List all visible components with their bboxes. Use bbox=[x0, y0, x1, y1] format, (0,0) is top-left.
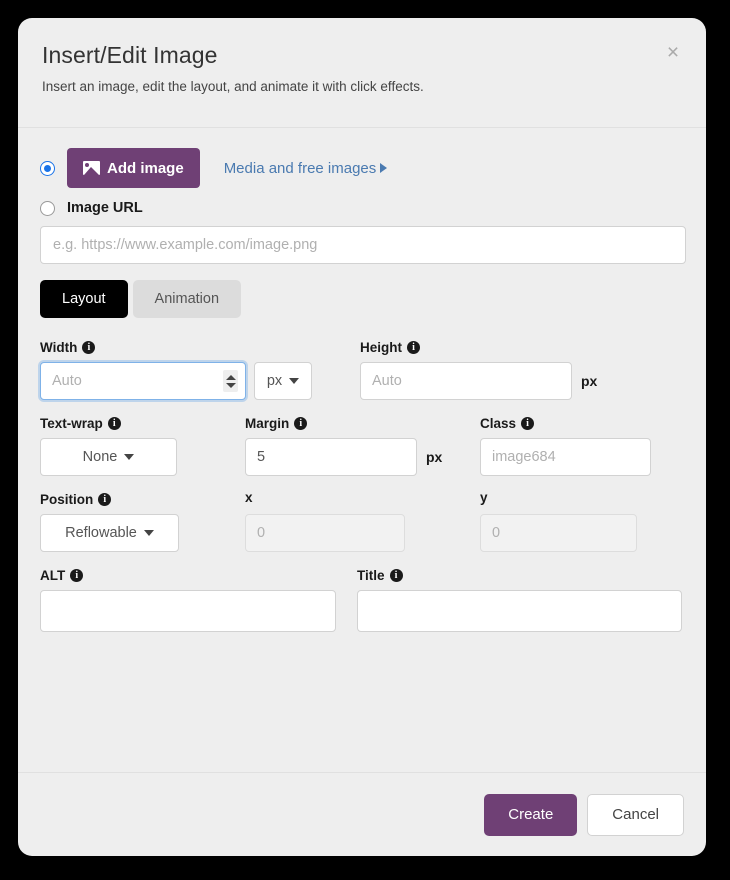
dialog-subtitle: Insert an image, edit the layout, and an… bbox=[42, 79, 424, 94]
text-wrap-dropdown[interactable]: None bbox=[40, 438, 177, 476]
layout-animation-tabs: Layout Animation bbox=[40, 280, 684, 318]
stepper-up-icon bbox=[225, 374, 236, 380]
dialog-body: Add image Media and free images Image UR… bbox=[18, 128, 706, 632]
title-label-text: Title bbox=[357, 567, 385, 583]
width-label-text: Width bbox=[40, 339, 78, 355]
position-label: Position i bbox=[40, 490, 245, 508]
radio-add-image[interactable] bbox=[40, 160, 55, 176]
x-input[interactable] bbox=[245, 514, 405, 552]
chevron-down-icon bbox=[289, 378, 300, 384]
y-input[interactable] bbox=[480, 514, 637, 552]
info-icon-alt[interactable]: i bbox=[70, 568, 84, 582]
insert-edit-image-dialog: Insert/Edit Image Insert an image, edit … bbox=[18, 18, 706, 856]
create-button[interactable]: Create bbox=[484, 793, 578, 836]
source-image-url-row: Image URL bbox=[40, 200, 684, 216]
media-and-free-images-link[interactable]: Media and free images bbox=[224, 160, 388, 177]
position-value: Reflowable bbox=[65, 525, 137, 541]
width-unit-value: px bbox=[266, 373, 283, 389]
position-dropdown[interactable]: Reflowable bbox=[40, 514, 179, 552]
chevron-down-icon bbox=[143, 530, 154, 536]
title-label: Title i bbox=[357, 566, 684, 584]
image-url-input[interactable] bbox=[40, 226, 686, 264]
margin-label-text: Margin bbox=[245, 415, 290, 431]
info-icon-width[interactable]: i bbox=[82, 340, 96, 354]
cancel-button[interactable]: Cancel bbox=[587, 793, 684, 836]
text-wrap-label: Text-wrap i bbox=[40, 414, 245, 432]
dialog-header: Insert/Edit Image Insert an image, edit … bbox=[18, 18, 706, 128]
height-input[interactable] bbox=[360, 362, 572, 400]
add-image-button[interactable]: Add image bbox=[67, 148, 200, 188]
width-stepper[interactable] bbox=[223, 370, 238, 392]
textwrap-margin-class-row: Text-wrap i None Margin i px bbox=[40, 414, 684, 476]
info-icon-margin[interactable]: i bbox=[294, 416, 308, 430]
height-label: Height i bbox=[360, 338, 660, 356]
class-label-text: Class bbox=[480, 415, 517, 431]
position-label-text: Position bbox=[40, 491, 94, 507]
margin-input[interactable] bbox=[245, 438, 417, 476]
height-unit-label: px bbox=[581, 373, 598, 389]
alt-input[interactable] bbox=[40, 590, 336, 632]
width-unit-dropdown[interactable]: px bbox=[254, 362, 312, 400]
text-wrap-label-text: Text-wrap bbox=[40, 415, 103, 431]
picture-icon bbox=[83, 161, 100, 175]
stepper-down-icon bbox=[225, 382, 236, 388]
position-x-y-row: Position i Reflowable x y bbox=[40, 490, 684, 552]
tab-layout[interactable]: Layout bbox=[40, 280, 128, 318]
title-input[interactable] bbox=[357, 590, 683, 632]
page-title: Insert/Edit Image bbox=[42, 42, 218, 68]
alt-title-row: ALT i Title i bbox=[40, 566, 684, 632]
info-icon-class[interactable]: i bbox=[521, 416, 535, 430]
dialog-footer: Create Cancel bbox=[18, 772, 706, 856]
height-label-text: Height bbox=[360, 339, 402, 355]
info-icon-position[interactable]: i bbox=[98, 492, 112, 506]
margin-label: Margin i bbox=[245, 414, 480, 432]
margin-unit-label: px bbox=[426, 449, 443, 465]
close-icon[interactable]: × bbox=[660, 40, 686, 66]
class-label: Class i bbox=[480, 414, 680, 432]
info-icon-text-wrap[interactable]: i bbox=[107, 416, 121, 430]
image-url-label: Image URL bbox=[67, 200, 143, 216]
info-icon-title[interactable]: i bbox=[389, 568, 403, 582]
width-input[interactable] bbox=[40, 362, 246, 400]
x-label: x bbox=[245, 490, 253, 505]
tab-animation[interactable]: Animation bbox=[132, 280, 242, 318]
radio-image-url[interactable] bbox=[40, 200, 55, 216]
width-height-row: Width i px bbox=[40, 338, 684, 400]
source-add-image-row: Add image Media and free images bbox=[40, 148, 684, 188]
width-label: Width i bbox=[40, 338, 360, 356]
y-label: y bbox=[480, 490, 488, 505]
alt-label: ALT i bbox=[40, 566, 357, 584]
class-input[interactable] bbox=[480, 438, 651, 476]
add-image-button-label: Add image bbox=[107, 159, 184, 177]
alt-label-text: ALT bbox=[40, 567, 66, 583]
info-icon-height[interactable]: i bbox=[407, 340, 420, 354]
media-link-label: Media and free images bbox=[223, 159, 377, 177]
chevron-down-icon bbox=[124, 454, 135, 460]
text-wrap-value: None bbox=[82, 449, 118, 465]
chevron-right-icon bbox=[380, 162, 388, 173]
